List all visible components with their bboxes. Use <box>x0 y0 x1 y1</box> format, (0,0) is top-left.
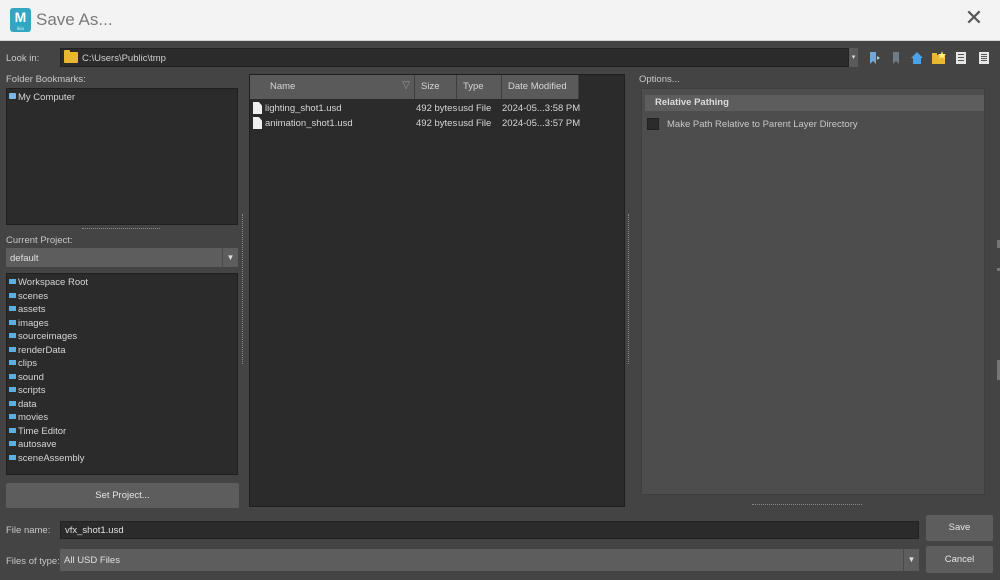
workspace-item[interactable]: autosave <box>9 438 57 451</box>
folder-icon <box>9 454 16 460</box>
folder-icon <box>9 414 16 419</box>
file-name-input[interactable]: vfx_shot1.usd <box>60 521 919 539</box>
workspace-item[interactable]: scripts <box>9 384 45 397</box>
look-in-label: Look in: <box>6 53 40 64</box>
splitter-handle[interactable] <box>628 214 630 364</box>
chevron-down-icon[interactable]: ▼ <box>222 248 238 267</box>
workspace-item[interactable]: Workspace Root <box>9 276 88 289</box>
folder-icon <box>9 400 16 406</box>
look-in-path-field[interactable]: C:\Users\Public\tmp <box>60 48 849 67</box>
current-project-select[interactable]: default ▼ <box>6 248 238 267</box>
splitter-handle[interactable] <box>752 504 862 506</box>
close-icon[interactable]: ✕ <box>962 8 986 32</box>
file-list[interactable]: Name ▽ Size Type Date Modified lighting_s… <box>249 74 625 507</box>
chevron-down-icon[interactable]: ▼ <box>903 549 919 571</box>
file-icon <box>253 117 262 129</box>
workspace-item[interactable]: sceneAssembly <box>9 452 85 465</box>
workspace-item[interactable]: renderData <box>9 344 66 357</box>
folder-icon <box>9 360 16 365</box>
folder-icon <box>9 333 16 338</box>
workspace-item[interactable]: movies <box>9 411 48 424</box>
new-folder-icon[interactable] <box>931 50 947 66</box>
workspace-item[interactable]: clips <box>9 357 37 370</box>
workspace-tree[interactable]: Workspace Root scenes assets images sour… <box>6 273 238 475</box>
home-icon[interactable] <box>909 50 925 66</box>
folder-icon <box>9 441 16 446</box>
relative-pathing-section-header[interactable]: Relative Pathing <box>645 95 984 111</box>
relative-path-checkbox-label: Make Path Relative to Parent Layer Direc… <box>667 119 858 130</box>
look-in-path: C:\Users\Public\tmp <box>82 53 166 64</box>
workspace-item[interactable]: assets <box>9 303 45 316</box>
file-icon <box>253 102 262 114</box>
folder-icon <box>9 387 16 392</box>
file-name-label: File name: <box>6 525 51 536</box>
file-type-label: Files of type: <box>6 556 60 567</box>
column-header-type[interactable]: Type <box>457 75 502 99</box>
folder-icon <box>9 279 16 284</box>
relative-path-checkbox[interactable] <box>647 118 659 130</box>
folder-icon <box>9 319 16 325</box>
column-header-date[interactable]: Date Modified <box>502 75 579 99</box>
list-view-icon[interactable] <box>953 50 969 66</box>
folder-icon <box>9 427 16 433</box>
bookmark-item-my-computer[interactable]: My Computer <box>9 91 75 104</box>
splitter-handle[interactable] <box>242 214 244 364</box>
workspace-item[interactable]: sourceimages <box>9 330 77 343</box>
file-row[interactable]: lighting_shot1.usd 492 bytes usd File 20… <box>250 101 624 116</box>
save-button[interactable]: Save <box>926 515 993 541</box>
workspace-item[interactable]: images <box>9 317 49 330</box>
sort-indicator-icon: ▽ <box>402 80 410 91</box>
look-in-dropdown-arrow[interactable]: ▾ <box>849 48 858 67</box>
bookmark-back-icon[interactable] <box>866 50 882 66</box>
file-row[interactable]: animation_shot1.usd 492 bytes usd File 2… <box>250 116 624 131</box>
title-bar: M ikia Save As... ✕ <box>0 0 1000 41</box>
current-project-label: Current Project: <box>6 235 73 246</box>
folder-icon <box>9 346 16 352</box>
computer-icon <box>9 93 16 99</box>
folder-icon <box>9 306 16 311</box>
options-label: Options... <box>639 74 680 85</box>
app-logo-icon: M ikia <box>10 8 31 32</box>
folder-icon <box>64 50 78 63</box>
folder-bookmarks-label: Folder Bookmarks: <box>6 74 86 85</box>
splitter-handle[interactable] <box>82 228 160 230</box>
workspace-item[interactable]: Time Editor <box>9 425 66 438</box>
workspace-item[interactable]: sound <box>9 371 44 384</box>
window-title: Save As... <box>36 10 113 29</box>
cancel-button[interactable]: Cancel <box>926 546 993 573</box>
file-type-select[interactable]: All USD Files ▼ <box>60 549 919 571</box>
column-header-size[interactable]: Size <box>415 75 457 99</box>
folder-bookmarks-list[interactable]: My Computer <box>6 88 238 225</box>
workspace-item[interactable]: scenes <box>9 290 48 303</box>
folder-icon <box>9 292 16 298</box>
bookmark-forward-icon[interactable] <box>888 50 904 66</box>
column-header-name[interactable]: Name ▽ <box>250 75 415 99</box>
options-panel: Relative Pathing Make Path Relative to P… <box>641 88 985 495</box>
detail-view-icon[interactable] <box>976 50 992 66</box>
folder-icon <box>9 373 16 379</box>
set-project-button[interactable]: Set Project... <box>6 483 239 508</box>
workspace-item[interactable]: data <box>9 398 37 411</box>
